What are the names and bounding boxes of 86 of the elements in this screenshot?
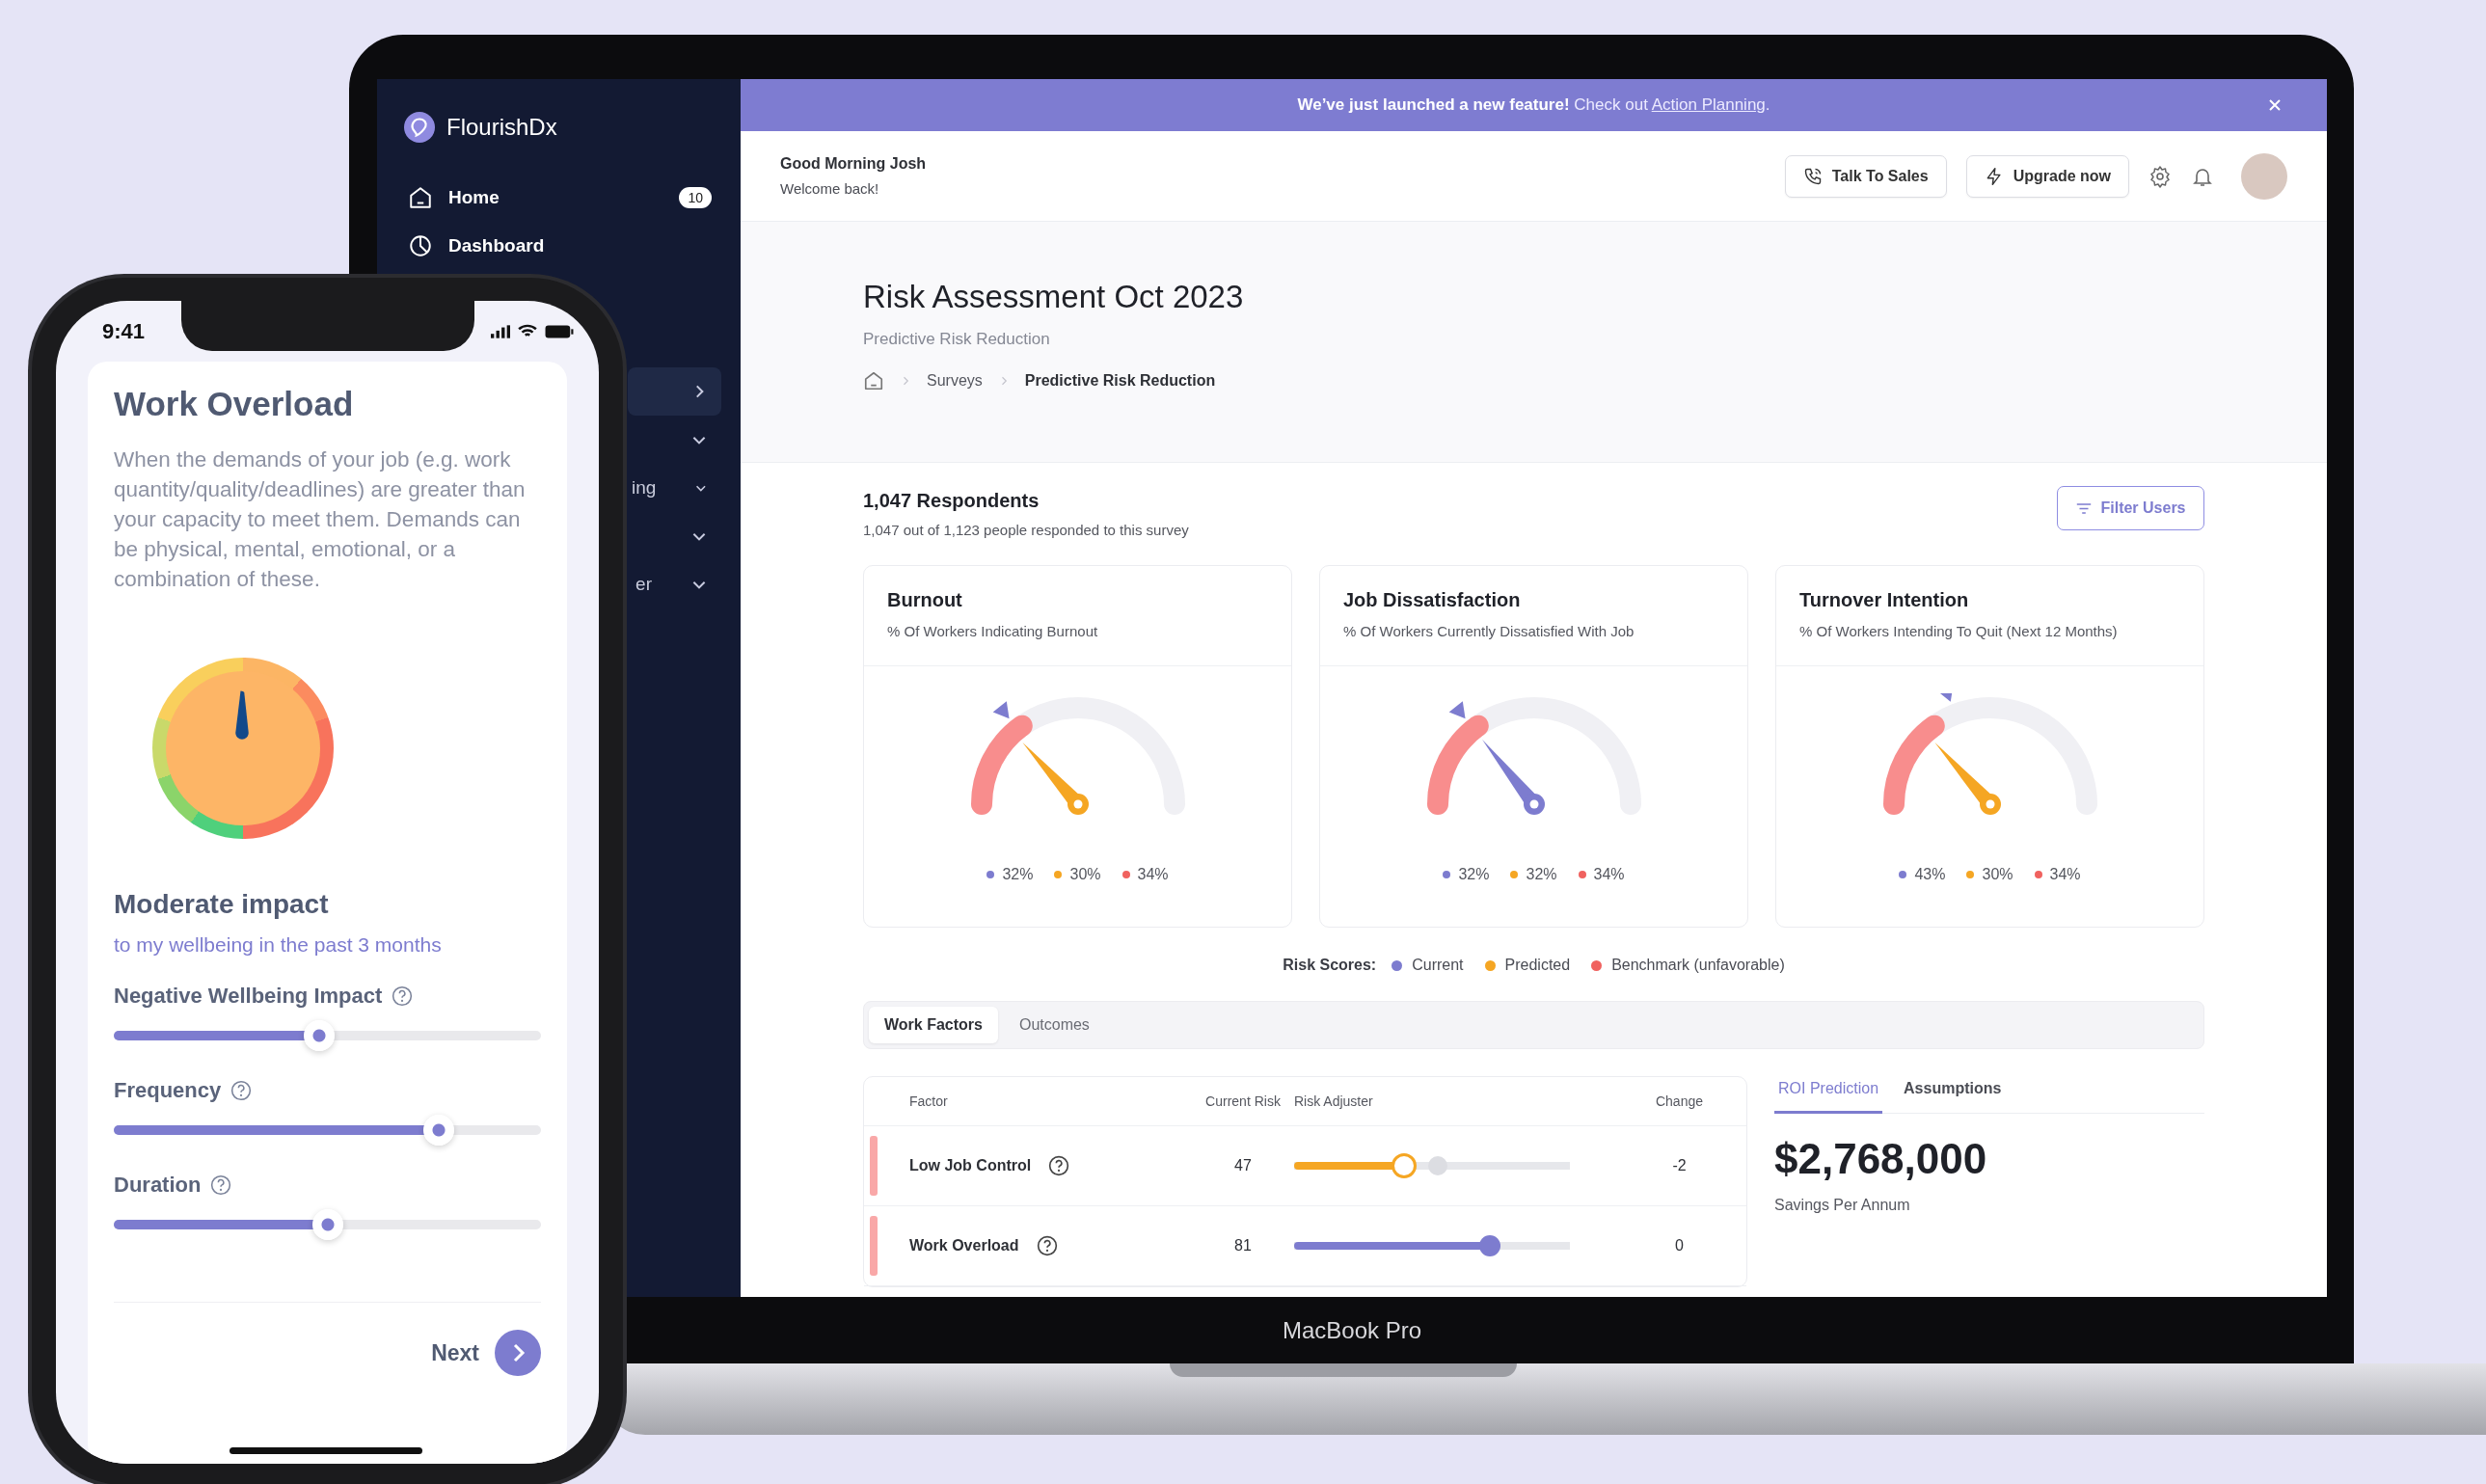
column-header: Factor <box>908 1093 949 1109</box>
greeting: Good Morning Josh <box>780 155 927 173</box>
talk-to-sales-button[interactable]: Talk To Sales <box>1784 154 1947 198</box>
card-title: Job Dissatisfaction <box>1343 589 1522 611</box>
column-header: Current Risk <box>1204 1093 1282 1109</box>
percentage-value: 34% <box>1137 866 1169 883</box>
impact-note: to my wellbeing in the past 3 months <box>114 933 443 957</box>
card-subtitle: % Of Workers Indicating Burnout <box>887 623 1099 639</box>
impact-level: Moderate impact <box>114 889 330 920</box>
respondents-title: 1,047 Respondents <box>863 490 1040 512</box>
slider-label: Frequency <box>114 1078 222 1103</box>
brand-name: FlourishDx <box>446 114 557 141</box>
percentage-value: 30% <box>1069 866 1101 883</box>
savings-caption: Savings Per Annum <box>1774 1197 1911 1214</box>
count-badge: 10 <box>679 187 712 208</box>
percentage-value: 32% <box>1526 866 1557 883</box>
table-cell-text: 47 <box>1233 1157 1253 1174</box>
help-icon[interactable] <box>1048 1155 1070 1176</box>
logo-icon <box>404 112 435 143</box>
home-icon[interactable] <box>863 370 884 391</box>
breadcrumb-link[interactable]: Predictive Risk Reduction <box>1024 372 1216 390</box>
legend-label: Benchmark (unfavorable) <box>1611 957 1785 974</box>
home-icon <box>408 185 433 210</box>
tab[interactable]: Work Factors <box>869 1007 998 1043</box>
nav-item[interactable]: ing <box>628 464 721 512</box>
wifi-icon <box>518 324 537 338</box>
page-title: Risk Assessment Oct 2023 <box>863 278 1245 316</box>
question-title: Work Overload <box>114 385 355 423</box>
device-label: MacBook Pro <box>1282 1316 1422 1344</box>
card-subtitle: % Of Workers Intending To Quit (Next 12 Months) <box>1799 623 2119 639</box>
respondents-summary: 1,047 out of 1,123 people responded to this survey <box>863 522 1189 538</box>
percentage-value: 32% <box>1458 866 1490 883</box>
tab[interactable]: ROI Prediction <box>1774 1076 1883 1114</box>
factor-name: Low Job Control <box>909 1157 1032 1174</box>
next-button[interactable]: Next <box>431 1339 479 1366</box>
breadcrumb-link[interactable]: Surveys <box>927 372 983 390</box>
risk-flag <box>870 1216 878 1276</box>
column-header: Risk Adjuster <box>1294 1093 1374 1109</box>
slider[interactable] <box>114 1209 541 1240</box>
slider-thumb[interactable] <box>303 1020 335 1051</box>
table-cell-text: 81 <box>1233 1237 1253 1255</box>
nav-item[interactable]: er <box>628 560 721 608</box>
legend-label: Risk Scores: <box>1283 957 1377 974</box>
risk-flag <box>870 1136 878 1196</box>
pie-chart-icon <box>408 233 433 258</box>
percentage-value: 34% <box>2049 866 2081 883</box>
phone-icon <box>1802 166 1823 186</box>
signal-icon <box>491 324 510 338</box>
slider[interactable] <box>114 1115 541 1146</box>
battery-icon <box>545 324 574 338</box>
slider-thumb[interactable] <box>1479 1235 1501 1256</box>
tab[interactable]: Assumptions <box>1900 1076 2006 1114</box>
slider-label: Duration <box>114 1173 202 1198</box>
status-time: 9:41 <box>102 318 146 344</box>
savings-amount: $2,768,000 <box>1774 1135 1988 1183</box>
upgrade-button[interactable]: Upgrade now <box>1965 154 2129 198</box>
percentage-value: 43% <box>1914 866 1946 883</box>
factor-name: Work Overload <box>909 1237 1019 1255</box>
nav-item[interactable]: Home 10 <box>404 174 721 222</box>
announcement-text: We’ve just launched a new feature! Check out Action Planning. <box>1297 95 1770 115</box>
welcome-text: Welcome back! <box>780 180 880 197</box>
tab[interactable]: Outcomes <box>1003 1007 1105 1043</box>
filter-users-button[interactable]: Filter Users <box>2057 486 2204 530</box>
card-title: Turnover Intention <box>1799 589 1970 611</box>
table-cell-text: -2 <box>1671 1157 1688 1174</box>
page-subtitle: Predictive Risk Reduction <box>863 330 1051 349</box>
filter-icon <box>2075 500 2094 516</box>
percentage-value: 34% <box>1593 866 1625 883</box>
question-description: When the demands of your job (e.g. work quantity/quality/deadlines) are greater than your capacity to meet them. Demands can be physical, mental, emotional, or a combination of these. <box>114 446 527 593</box>
card-subtitle: % Of Workers Currently Dissatisfied With Job <box>1343 623 1635 639</box>
percentage-value: 30% <box>1982 866 2013 883</box>
slider-thumb[interactable] <box>1392 1153 1418 1178</box>
card-title: Burnout <box>887 589 963 611</box>
table-cell-text: 0 <box>1674 1237 1685 1255</box>
legend-label: Predicted <box>1504 957 1571 974</box>
help-icon[interactable] <box>1036 1235 1058 1256</box>
nav-item[interactable]: Dashboard <box>404 222 721 270</box>
slider-thumb[interactable] <box>422 1115 454 1146</box>
slider-label: Negative Wellbeing Impact <box>114 984 383 1009</box>
slider[interactable] <box>114 1020 541 1051</box>
legend-label: Current <box>1412 957 1464 974</box>
settings-icon[interactable] <box>2148 164 2172 188</box>
close-icon[interactable] <box>2267 97 2283 113</box>
percentage-value: 32% <box>1002 866 1034 883</box>
slider-thumb[interactable] <box>311 1209 343 1240</box>
column-header: Change <box>1654 1093 1704 1109</box>
